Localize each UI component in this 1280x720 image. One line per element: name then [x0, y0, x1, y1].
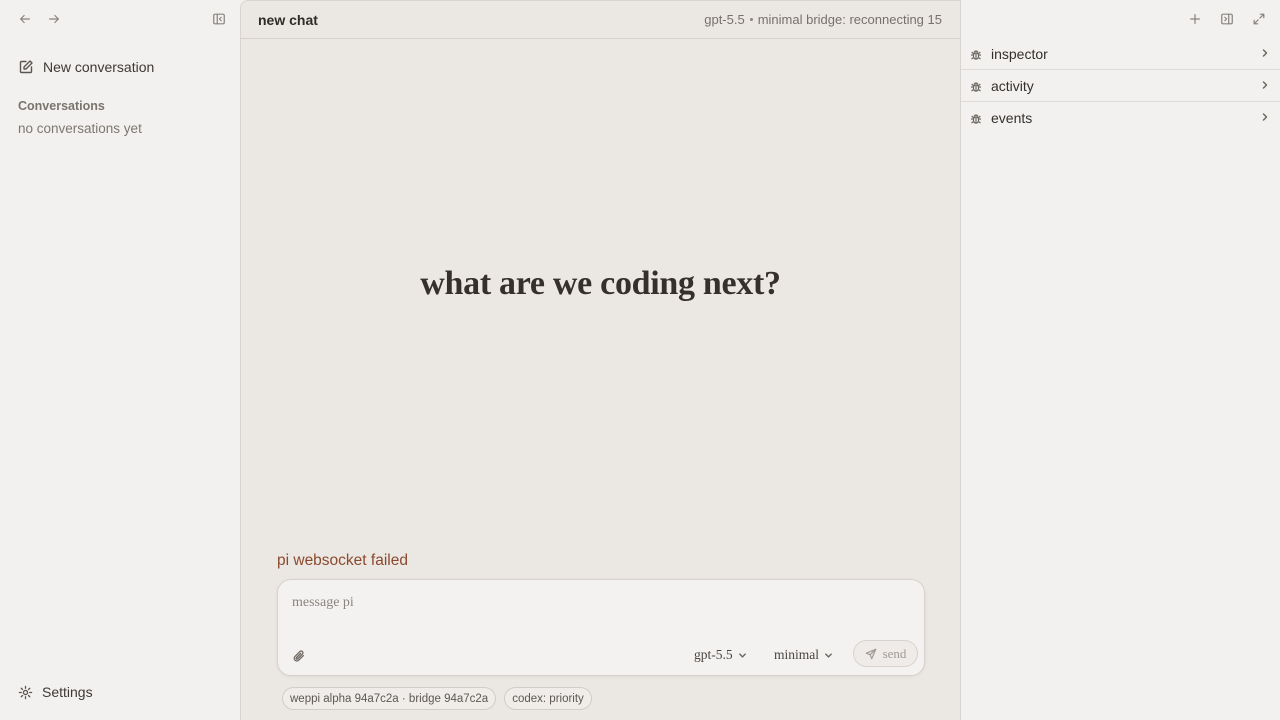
send-icon — [865, 648, 876, 659]
right-panel: inspector activity events — [961, 0, 1280, 720]
chat-header: new chat gpt-5.5 minimal bridge: reconne… — [241, 1, 960, 39]
nav-row — [14, 9, 230, 29]
model-status: gpt-5.5 — [704, 12, 745, 27]
bug-icon — [970, 48, 982, 60]
chevron-down-icon — [738, 652, 746, 658]
codex-priority-chip[interactable]: codex: priority — [504, 687, 592, 710]
arrow-right-icon[interactable] — [43, 9, 65, 29]
error-message: pi websocket failed — [277, 552, 408, 569]
separator-dot — [749, 18, 753, 21]
conversations-heading: Conversations — [18, 99, 105, 113]
model-select-value: gpt-5.5 — [694, 647, 733, 662]
send-label: send — [882, 645, 907, 661]
section-activity[interactable]: activity — [961, 70, 1280, 102]
section-label: inspector — [991, 45, 1048, 62]
paperclip-icon[interactable] — [290, 647, 308, 665]
left-sidebar: New conversation Conversations no conver… — [0, 0, 240, 720]
send-button[interactable]: send — [853, 640, 918, 667]
arrow-left-icon[interactable] — [14, 9, 36, 29]
conversations-empty-text: no conversations yet — [18, 121, 142, 136]
model-select[interactable]: gpt-5.5 — [694, 644, 747, 666]
hero-heading: what are we coding next? — [420, 265, 781, 302]
version-chip[interactable]: weppi alpha 94a7c2a · bridge 94a7c2a — [282, 687, 497, 710]
connection-status: gpt-5.5 minimal bridge: reconnecting 15 — [704, 12, 942, 27]
mode-select-value: minimal — [774, 647, 819, 662]
expand-icon[interactable] — [1248, 9, 1270, 29]
compose-icon — [19, 60, 33, 74]
gear-icon — [18, 685, 33, 699]
new-conversation-label: New conversation — [43, 59, 155, 75]
sidebar-toggle-icon[interactable] — [208, 9, 230, 29]
bridge-status: minimal bridge: reconnecting 15 — [757, 12, 942, 27]
settings-button[interactable]: Settings — [18, 684, 93, 700]
mode-select[interactable]: minimal — [774, 644, 833, 666]
new-conversation-button[interactable]: New conversation — [18, 59, 154, 75]
section-events[interactable]: events — [961, 102, 1280, 134]
chevron-down-icon — [825, 652, 832, 658]
section-label: activity — [991, 77, 1034, 94]
status-chips: weppi alpha 94a7c2a · bridge 94a7c2a cod… — [282, 687, 592, 710]
chat-panel: new chat gpt-5.5 minimal bridge: reconne… — [240, 0, 961, 720]
bug-icon — [970, 80, 982, 92]
settings-label: Settings — [42, 684, 93, 700]
chevron-right-icon — [1260, 45, 1270, 63]
plus-icon[interactable] — [1184, 9, 1206, 29]
chevron-right-icon — [1260, 77, 1270, 95]
message-input[interactable] — [292, 592, 910, 614]
section-label: events — [991, 110, 1033, 126]
right-toolbar — [1184, 9, 1270, 29]
bug-icon — [970, 112, 982, 124]
message-composer: gpt-5.5 minimal send — [277, 579, 925, 676]
panel-right-icon[interactable] — [1216, 9, 1238, 29]
section-inspector[interactable]: inspector — [961, 38, 1280, 70]
chat-title: new chat — [258, 11, 318, 28]
chevron-right-icon — [1260, 109, 1270, 127]
